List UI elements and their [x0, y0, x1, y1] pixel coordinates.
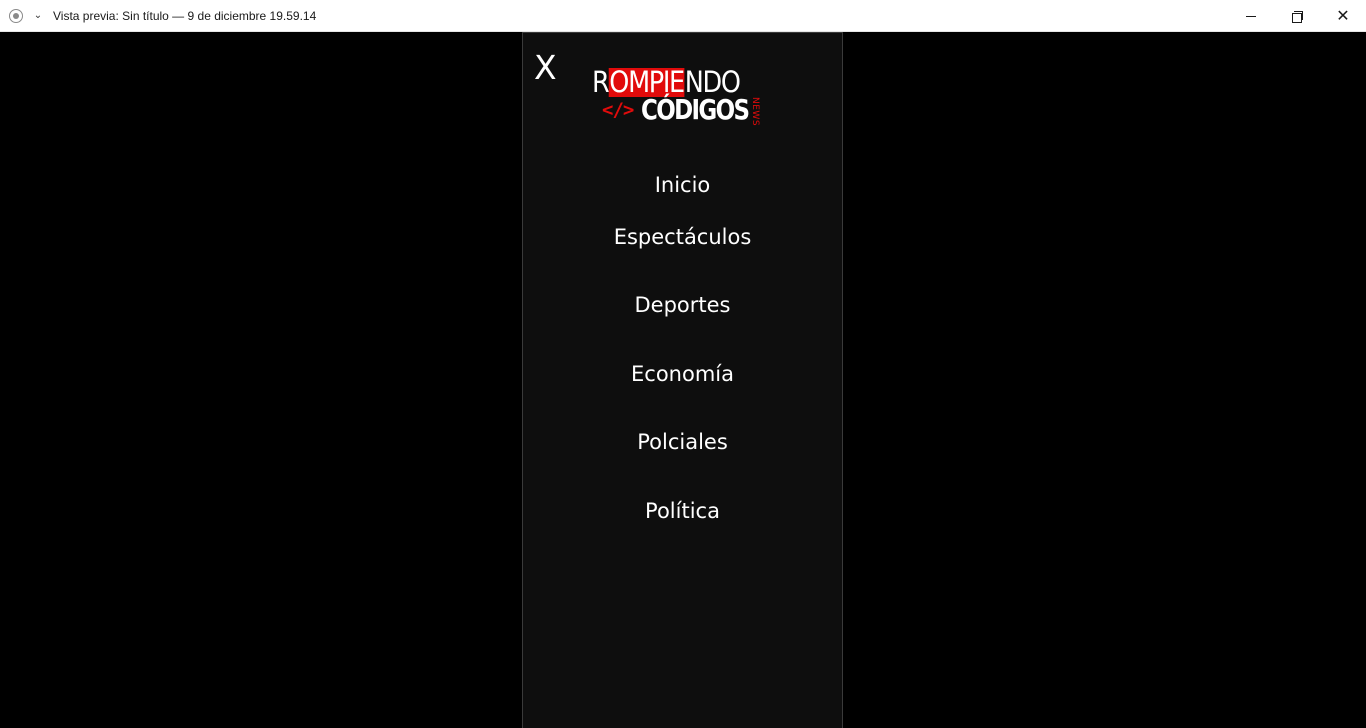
window-controls: ✕ [1228, 0, 1366, 32]
window-title: Vista previa: Sin título — 9 de diciembr… [53, 8, 317, 23]
code-icon: </> [602, 99, 634, 121]
restore-button[interactable] [1274, 0, 1320, 32]
close-window-button[interactable]: ✕ [1320, 0, 1366, 32]
close-icon: ✕ [1336, 6, 1350, 25]
logo-line-codigos: </> CÓDIGOS [602, 95, 772, 125]
nav-item-policiales[interactable]: Polciales [523, 430, 842, 454]
logo-codigos-text: CÓDIGOS [641, 93, 750, 126]
nav-item-economia[interactable]: Economía [523, 362, 842, 386]
record-icon [9, 8, 23, 23]
side-menu-panel: X R OMPIE NDO </> CÓDIGOS NEWS Inicio Espe… [522, 32, 843, 728]
nav-item-inicio[interactable]: Inicio [523, 173, 842, 197]
logo-letter-r: R [592, 65, 610, 99]
site-logo[interactable]: R OMPIE NDO </> CÓDIGOS NEWS [592, 63, 762, 127]
logo-news-tag: NEWS [750, 97, 760, 127]
restore-icon [1292, 11, 1303, 23]
chevron-down-icon[interactable]: ⌄ [29, 7, 47, 25]
titlebar-left: ⌄ Vista previa: Sin título — 9 de diciem… [0, 0, 316, 31]
minimize-icon [1246, 15, 1256, 17]
minimize-button[interactable] [1228, 0, 1274, 32]
nav-item-espectaculos[interactable]: Espectáculos [523, 225, 842, 249]
window-titlebar: ⌄ Vista previa: Sin título — 9 de diciem… [0, 0, 1366, 32]
preview-area: X R OMPIE NDO </> CÓDIGOS NEWS Inicio Espe… [0, 32, 1366, 728]
logo-line-rompiendo: R OMPIE NDO [592, 63, 741, 99]
nav-item-politica[interactable]: Política [523, 499, 842, 523]
menu-close-button[interactable]: X [534, 51, 557, 84]
nav-item-deportes[interactable]: Deportes [523, 293, 842, 317]
